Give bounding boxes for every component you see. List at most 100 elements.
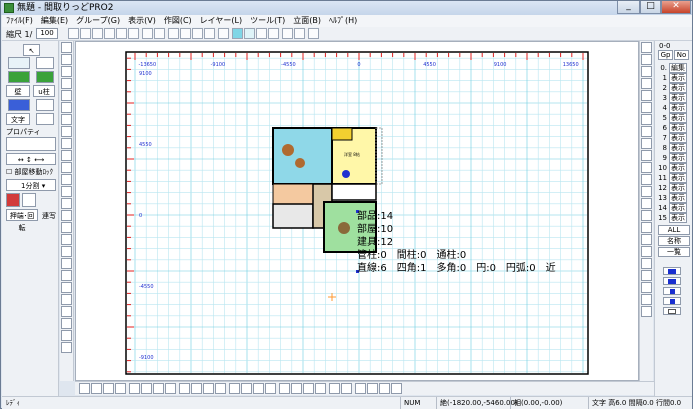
group-tool-icon[interactable] — [61, 270, 72, 281]
bottom-tool-icon-17[interactable] — [279, 383, 290, 394]
show-icon[interactable] — [641, 246, 652, 257]
offset-tool-icon[interactable] — [61, 150, 72, 161]
hide-icon[interactable] — [641, 234, 652, 245]
bottom-tool-icon-1[interactable] — [79, 383, 90, 394]
zoom-out-icon[interactable] — [180, 28, 191, 39]
name-button[interactable]: 名称 — [658, 236, 690, 246]
bottom-tool-icon-3[interactable] — [103, 383, 114, 394]
layer-row[interactable]: 10 表示 — [657, 163, 691, 173]
rect-tool-icon[interactable] — [61, 54, 72, 65]
layer-color-swatch-4[interactable] — [663, 297, 681, 305]
bottom-tool-icon-12[interactable] — [215, 383, 226, 394]
door-part-icon[interactable] — [36, 99, 54, 111]
list-button[interactable]: 一覧 — [658, 247, 690, 257]
open-icon[interactable] — [80, 28, 91, 39]
layer-row[interactable]: 12 表示 — [657, 183, 691, 193]
layer-color-swatch-5[interactable] — [663, 307, 681, 315]
save-icon[interactable] — [92, 28, 103, 39]
bottom-tool-icon-14[interactable] — [241, 383, 252, 394]
zoom-area-icon[interactable] — [192, 28, 203, 39]
bottom-tool-icon-8[interactable] — [165, 383, 176, 394]
snap-point-icon[interactable] — [61, 318, 72, 329]
tab-no[interactable]: No — [674, 50, 689, 60]
hatch-tool-icon[interactable] — [61, 138, 72, 149]
tab-gp[interactable]: Gp — [658, 50, 673, 60]
bottom-tool-icon-13[interactable] — [229, 383, 240, 394]
snap-grid-icon[interactable] — [61, 306, 72, 317]
minimize-button[interactable]: _ — [617, 1, 640, 14]
menu-file[interactable]: ﾌｧｲﾙ(F) — [2, 15, 37, 27]
bottom-tool-icon-25[interactable] — [379, 383, 390, 394]
bottom-tool-icon-24[interactable] — [367, 383, 378, 394]
align-top-icon[interactable] — [641, 138, 652, 149]
arc-tool-icon[interactable] — [61, 90, 72, 101]
menu-tools[interactable]: ツール(T) — [246, 15, 289, 27]
flip-h-icon[interactable] — [641, 186, 652, 197]
layer-visibility-button[interactable]: 表示 — [669, 153, 687, 163]
bottom-tool-icon-16[interactable] — [265, 383, 276, 394]
zoom-all-icon[interactable] — [218, 28, 229, 39]
bottom-tool-icon-2[interactable] — [91, 383, 102, 394]
layer-row[interactable]: 3 表示 — [657, 93, 691, 103]
bottom-tool-icon-15[interactable] — [253, 383, 264, 394]
menu-draw[interactable]: 作図(C) — [160, 15, 196, 27]
help-icon[interactable] — [308, 28, 319, 39]
pillar-tool[interactable]: u柱 — [33, 85, 55, 97]
polygon-tool-icon[interactable] — [61, 66, 72, 77]
layer-visibility-button[interactable]: 表示 — [669, 183, 687, 193]
page-up-icon[interactable] — [641, 42, 652, 53]
bottom-tool-icon-26[interactable] — [391, 383, 402, 394]
layer-row[interactable]: 0. 編集 — [657, 63, 691, 73]
snap-icon[interactable] — [256, 28, 267, 39]
scale-input[interactable]: 100 — [36, 28, 58, 39]
layer-row[interactable]: 8 表示 — [657, 143, 691, 153]
align-tools[interactable]: ↔ ↕ ⟷ — [6, 153, 56, 165]
mirror-tool-icon[interactable] — [61, 222, 72, 233]
flip-v-icon[interactable] — [641, 198, 652, 209]
layer-visibility-button[interactable]: 表示 — [669, 163, 687, 173]
layer-row[interactable]: 9 表示 — [657, 153, 691, 163]
rotate-tool-icon[interactable] — [61, 210, 72, 221]
split-select[interactable]: 1分割 ▾ — [6, 179, 56, 191]
layer-row[interactable]: 13 表示 — [657, 193, 691, 203]
layer-visibility-button[interactable]: 表示 — [669, 93, 687, 103]
front-icon[interactable] — [641, 258, 652, 269]
group-icon[interactable] — [641, 282, 652, 293]
bottom-tool-icon-11[interactable] — [203, 383, 214, 394]
measure-tool-icon[interactable] — [61, 330, 72, 341]
layer-row[interactable]: 5 表示 — [657, 113, 691, 123]
cut-icon[interactable] — [116, 28, 127, 39]
menu-layer[interactable]: レイヤー(L) — [196, 15, 246, 27]
lock-icon[interactable] — [641, 210, 652, 221]
bottom-tool-icon-18[interactable] — [291, 383, 302, 394]
circle-tool-icon[interactable] — [61, 78, 72, 89]
layer-tool-icon[interactable] — [61, 294, 72, 305]
menu-elevation[interactable]: 立面(B) — [289, 15, 325, 27]
menu-view[interactable]: 表示(V) — [124, 15, 160, 27]
bottom-tool-icon-19[interactable] — [303, 383, 314, 394]
layer-visibility-button[interactable]: 表示 — [669, 203, 687, 213]
bottom-tool-icon-21[interactable] — [329, 383, 340, 394]
nav-right-icon[interactable] — [641, 78, 652, 89]
curved-room-icon[interactable] — [36, 57, 54, 69]
nav-down-icon[interactable] — [641, 102, 652, 113]
color-red-icon[interactable] — [6, 193, 20, 207]
copy-tool-icon[interactable] — [61, 198, 72, 209]
menu-help[interactable]: ﾍﾙﾌﾟ(H) — [325, 15, 361, 27]
layer-visibility-button[interactable]: 表示 — [669, 173, 687, 183]
layer-down-icon[interactable] — [294, 28, 305, 39]
layer-row[interactable]: 14 表示 — [657, 203, 691, 213]
bottom-tool-icon-10[interactable] — [191, 383, 202, 394]
paint-icon[interactable] — [22, 193, 36, 207]
layer-color-icon[interactable] — [232, 28, 243, 39]
erase-tool-icon[interactable] — [61, 258, 72, 269]
layer-row[interactable]: 4 表示 — [657, 103, 691, 113]
layer-visibility-button[interactable]: 表示 — [669, 83, 687, 93]
text-tool[interactable]: 文字 — [6, 113, 30, 125]
dimension-tool-icon[interactable] — [61, 102, 72, 113]
zoom-in-icon[interactable] — [168, 28, 179, 39]
extend-tool-icon[interactable] — [61, 174, 72, 185]
layer-row[interactable]: 1 表示 — [657, 73, 691, 83]
scale-tool-icon[interactable] — [61, 234, 72, 245]
align-bottom-icon[interactable] — [641, 150, 652, 161]
